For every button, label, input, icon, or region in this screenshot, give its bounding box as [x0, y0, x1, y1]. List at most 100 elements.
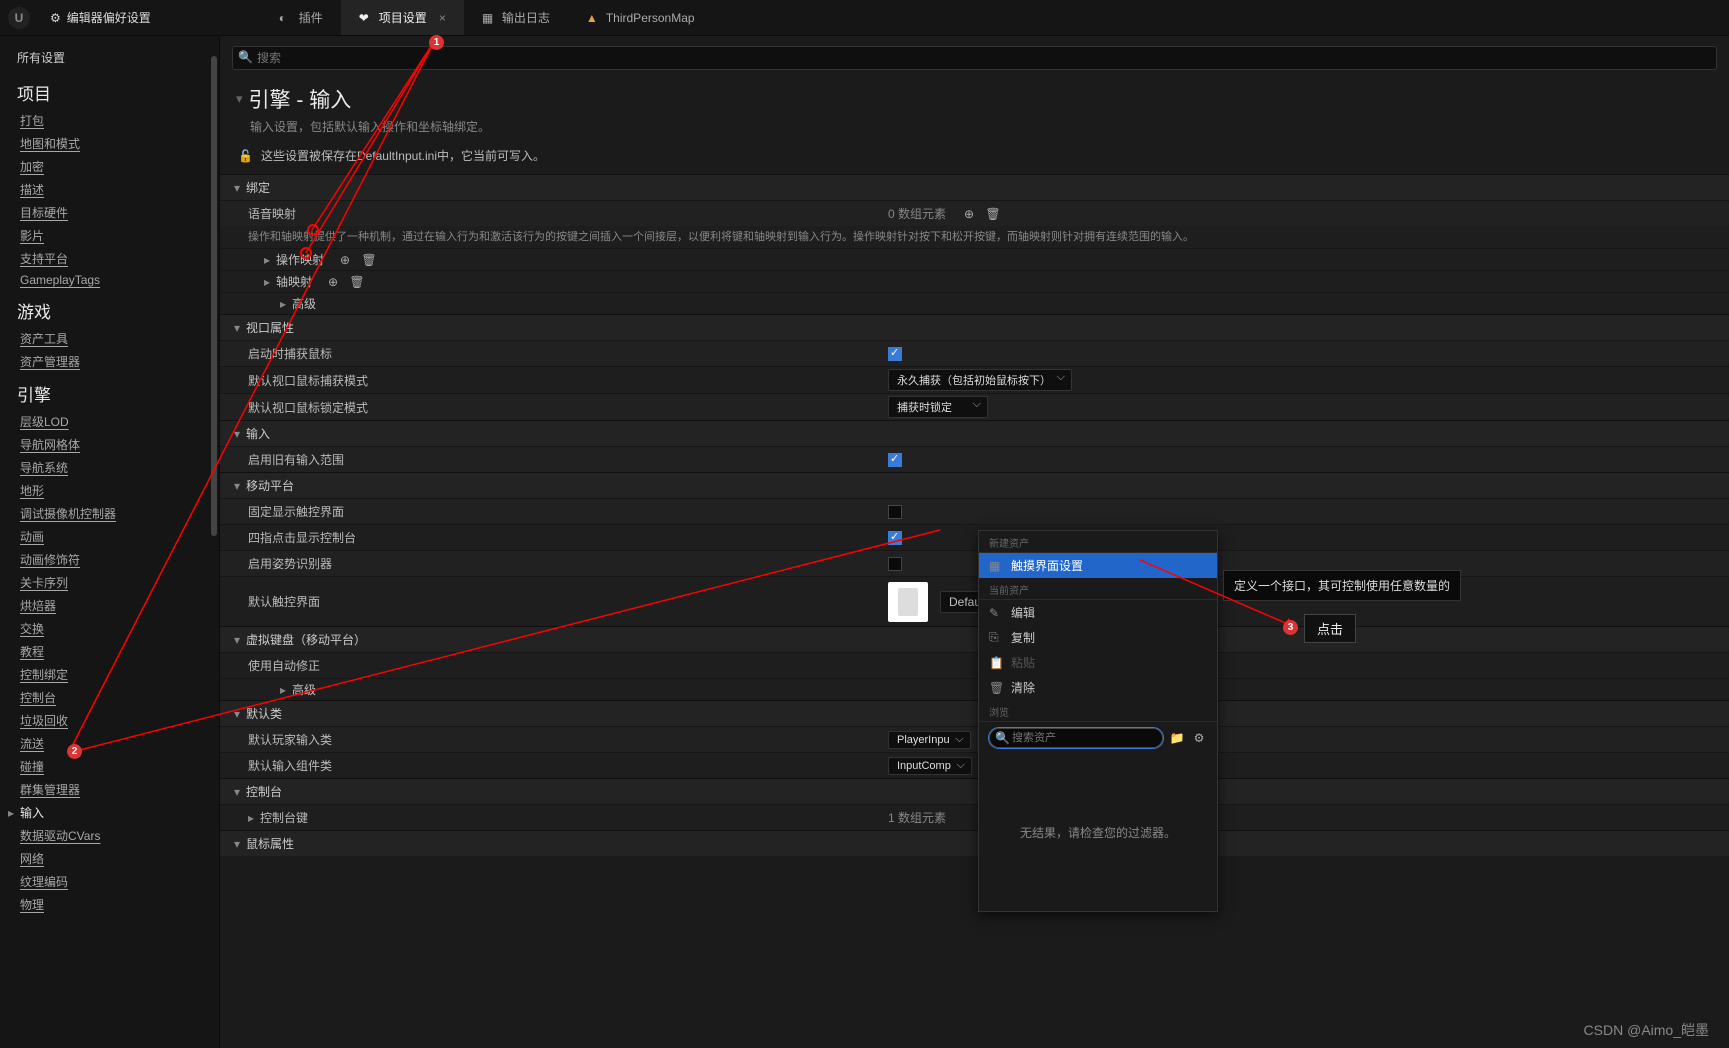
chevron-down-icon[interactable]: ▾	[234, 321, 240, 335]
checkbox[interactable]	[888, 453, 902, 467]
sidebar-scrollbar[interactable]	[211, 56, 217, 536]
sidebar-item[interactable]: 导航网格体	[20, 433, 219, 456]
category-viewport[interactable]: ▾视口属性	[220, 314, 1729, 340]
infobar: 🔓 这些设置被保存在DefaultInput.ini中，它当前可写入。	[220, 143, 1729, 174]
sidebar-item[interactable]: 碰撞	[20, 755, 219, 778]
delete-icon[interactable]: 🗑	[360, 251, 378, 269]
sidebar-item[interactable]: 地形	[20, 479, 219, 502]
tab-output-log[interactable]: ▦ 输出日志	[464, 0, 568, 35]
ue-logo-icon: U	[8, 7, 30, 29]
sidebar-item[interactable]: 流送	[20, 732, 219, 755]
chevron-down-icon[interactable]: ▾	[234, 785, 240, 799]
chevron-down-icon[interactable]: ▾	[234, 633, 240, 647]
ctx-search-input[interactable]	[989, 728, 1163, 748]
prop-advanced: 高级	[292, 681, 316, 698]
delete-icon[interactable]: 🗑	[348, 273, 366, 291]
sidebar-item[interactable]: 交换	[20, 617, 219, 640]
sidebar-item[interactable]: 资产管理器	[20, 350, 219, 373]
add-element-icon[interactable]: ⊕	[324, 273, 342, 291]
sidebar-item-label: 动画	[20, 530, 44, 544]
sidebar-item[interactable]: 网络	[20, 847, 219, 870]
chevron-down-icon[interactable]: ▾	[234, 181, 240, 195]
dropdown-capture-mode[interactable]: 永久捕获（包括初始鼠标按下）	[888, 369, 1072, 391]
add-element-icon[interactable]: ⊕	[960, 205, 978, 223]
sidebar-item[interactable]: 调试摄像机控制器	[20, 502, 219, 525]
ctx-item-copy[interactable]: ⎘复制	[979, 625, 1217, 650]
editor-prefs-label: 编辑器偏好设置	[67, 9, 151, 26]
chevron-down-icon[interactable]: ▾	[234, 837, 240, 851]
sidebar-item[interactable]: 数据驱动CVars	[20, 824, 219, 847]
annotation-badge-2: 2	[67, 744, 82, 759]
sidebar-item[interactable]: 加密	[20, 155, 219, 178]
folder-icon[interactable]: 📁	[1169, 729, 1185, 747]
chevron-down-icon[interactable]: ▾	[234, 707, 240, 721]
main-layout: 所有设置 项目打包地图和模式加密描述目标硬件影片支持平台GameplayTags…	[0, 36, 1729, 1048]
search-input[interactable]	[232, 46, 1717, 70]
prop-autocorrect: 使用自动修正	[248, 655, 888, 676]
ctx-item-touch-interface-setup[interactable]: ▦ 触摸界面设置	[979, 553, 1217, 578]
sidebar-item[interactable]: 烘焙器	[20, 594, 219, 617]
tab-project-settings[interactable]: ❤ 项目设置 ×	[341, 0, 464, 35]
annotation-badge-3: 3	[1283, 620, 1298, 635]
chevron-right-icon[interactable]: ▸	[280, 683, 286, 697]
sidebar-item[interactable]: 物理	[20, 893, 219, 916]
category-mouse-props[interactable]: ▾鼠标属性	[220, 830, 1729, 856]
sidebar-item[interactable]: 资产工具	[20, 327, 219, 350]
sidebar-item[interactable]: 纹理编码	[20, 870, 219, 893]
editor-prefs-link[interactable]: ⚙ 编辑器偏好设置	[50, 9, 151, 26]
ctx-item-clear[interactable]: 🗑清除	[979, 675, 1217, 700]
chevron-right-icon[interactable]: ▸	[280, 297, 286, 311]
sidebar-item[interactable]: 支持平台	[20, 247, 219, 270]
sidebar-item[interactable]: 动画	[20, 525, 219, 548]
sidebar-section-header: 游戏	[17, 290, 219, 327]
dropdown-input-component[interactable]: InputComp	[888, 757, 972, 775]
sidebar-item[interactable]: 控制绑定	[20, 663, 219, 686]
sidebar-item[interactable]: 描述	[20, 178, 219, 201]
collapse-icon[interactable]: ▾	[236, 91, 243, 107]
checkbox[interactable]	[888, 347, 902, 361]
category-default-classes[interactable]: ▾默认类	[220, 700, 1729, 726]
sidebar-item[interactable]: ▸输入	[8, 801, 219, 824]
chevron-down-icon[interactable]: ▾	[234, 427, 240, 441]
sidebar-item[interactable]: 地图和模式	[20, 132, 219, 155]
checkbox[interactable]	[888, 557, 902, 571]
category-virtual-keyboard[interactable]: ▾虚拟键盘（移动平台）	[220, 626, 1729, 652]
asset-thumbnail[interactable]	[888, 582, 928, 622]
category-mobile[interactable]: ▾移动平台	[220, 472, 1729, 498]
chevron-right-icon[interactable]: ▸	[264, 253, 270, 267]
sidebar-item[interactable]: 打包	[20, 109, 219, 132]
sidebar-item[interactable]: 垃圾回收	[20, 709, 219, 732]
sidebar-item[interactable]: 导航系统	[20, 456, 219, 479]
category-console[interactable]: ▾控制台	[220, 778, 1729, 804]
checkbox[interactable]	[888, 531, 902, 545]
sidebar-item[interactable]: 教程	[20, 640, 219, 663]
gear-icon[interactable]: ⚙	[1191, 729, 1207, 747]
sidebar-item[interactable]: 层级LOD	[20, 410, 219, 433]
tab-plugins[interactable]: ◐ 插件	[261, 0, 341, 35]
sidebar-item-label: 资产工具	[20, 332, 68, 346]
sidebar-all-settings[interactable]: 所有设置	[17, 46, 219, 72]
close-icon[interactable]: ×	[439, 11, 446, 25]
category-label: 输入	[246, 425, 270, 442]
delete-icon[interactable]: 🗑	[984, 205, 1002, 223]
sidebar-item[interactable]: 控制台	[20, 686, 219, 709]
add-element-icon[interactable]: ⊕	[336, 251, 354, 269]
chevron-down-icon[interactable]: ▾	[234, 479, 240, 493]
tab-label: 项目设置	[379, 9, 427, 26]
tab-map[interactable]: ▲ ThirdPersonMap	[568, 0, 713, 35]
sidebar-item[interactable]: 关卡序列	[20, 571, 219, 594]
sidebar-item-label: 输入	[20, 806, 44, 820]
sidebar-item[interactable]: GameplayTags	[20, 270, 219, 290]
dropdown-lock-mode[interactable]: 捕获时锁定	[888, 396, 988, 418]
chevron-right-icon[interactable]: ▸	[264, 275, 270, 289]
dropdown-player-input[interactable]: PlayerInpu	[888, 731, 971, 749]
category-bindings[interactable]: ▾绑定	[220, 174, 1729, 200]
ctx-item-edit[interactable]: ✎编辑	[979, 600, 1217, 625]
sidebar-item[interactable]: 动画修饰符	[20, 548, 219, 571]
sidebar-item[interactable]: 目标硬件	[20, 201, 219, 224]
category-input[interactable]: ▾ 输入	[220, 420, 1729, 446]
sidebar-item[interactable]: 影片	[20, 224, 219, 247]
checkbox[interactable]	[888, 505, 902, 519]
sidebar-item[interactable]: 群集管理器	[20, 778, 219, 801]
chevron-right-icon[interactable]: ▸	[248, 811, 254, 825]
